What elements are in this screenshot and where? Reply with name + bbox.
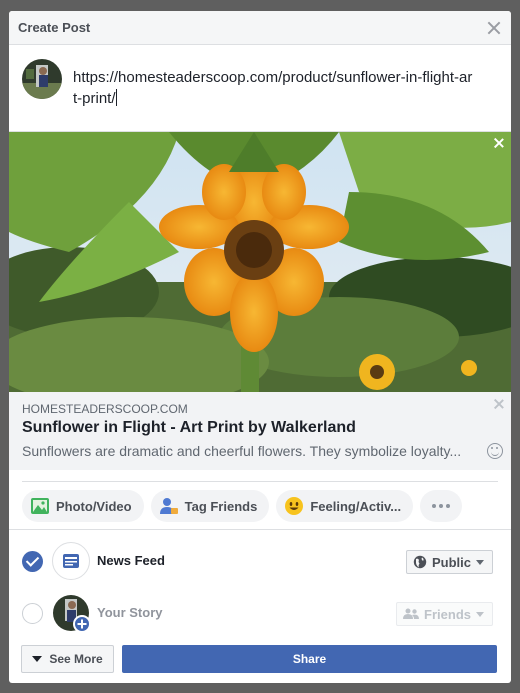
dialog-footer: See More Share xyxy=(21,645,497,673)
your-story-privacy-select[interactable]: Friends xyxy=(396,602,493,626)
composer-text-value: https://homesteaderscoop.com/product/sun… xyxy=(73,69,473,107)
your-story-checkbox[interactable] xyxy=(22,603,43,624)
tag-friends-button[interactable]: Tag Friends xyxy=(150,490,270,522)
destination-news-feed: News Feed Public xyxy=(9,541,511,581)
more-icon xyxy=(432,504,437,508)
your-story-label: Your Story xyxy=(97,605,163,620)
share-label: Share xyxy=(292,652,327,666)
feeling-activity-label: Feeling/Activ... xyxy=(310,498,402,514)
create-post-dialog: Create Post https://homesteaderscoop.com… xyxy=(9,11,511,683)
see-more-button[interactable]: See More xyxy=(21,645,114,673)
preview-meta: HOMESTEADERSCOOP.COM Sunflower in Flight… xyxy=(9,392,511,470)
share-button[interactable]: Share xyxy=(122,645,497,673)
composer[interactable]: https://homesteaderscoop.com/product/sun… xyxy=(9,45,511,131)
photo-video-label: Photo/Video xyxy=(56,498,132,514)
news-feed-checkbox[interactable] xyxy=(22,551,43,572)
photo-video-button[interactable]: Photo/Video xyxy=(22,490,144,522)
composer-actions: Photo/Video Tag Friends Feeling/Activ... xyxy=(22,490,463,522)
news-feed-privacy-value: Public xyxy=(431,554,471,570)
avatar xyxy=(22,59,62,99)
divider xyxy=(22,481,498,482)
more-options-button[interactable] xyxy=(420,490,463,522)
text-caret xyxy=(115,89,117,106)
preview-image xyxy=(9,132,511,392)
preview-domain: HOMESTEADERSCOOP.COM xyxy=(22,402,188,416)
news-feed-label: News Feed xyxy=(97,553,165,568)
tag-friends-icon xyxy=(159,498,178,514)
emoji-icon[interactable] xyxy=(487,443,503,459)
caret-down-icon xyxy=(32,656,43,662)
chevron-down-icon xyxy=(476,611,484,617)
preview-title: Sunflower in Flight - Art Print by Walke… xyxy=(22,419,356,436)
your-story-privacy-value: Friends xyxy=(424,606,471,622)
remove-preview-icon[interactable] xyxy=(494,399,504,409)
globe-icon xyxy=(413,555,427,569)
dialog-header: Create Post xyxy=(9,11,511,45)
news-feed-icon xyxy=(52,542,90,580)
see-more-label: See More xyxy=(49,652,103,666)
feeling-activity-button[interactable]: Feeling/Activ... xyxy=(276,490,414,522)
feeling-icon xyxy=(285,497,304,515)
dialog-title: Create Post xyxy=(18,20,91,35)
your-story-avatar xyxy=(52,594,91,633)
composer-text[interactable]: https://homesteaderscoop.com/product/sun… xyxy=(73,67,473,109)
chevron-down-icon xyxy=(476,559,484,565)
preview-description: Sunflowers are dramatic and cheerful flo… xyxy=(22,443,462,459)
news-feed-privacy-select[interactable]: Public xyxy=(405,550,493,574)
link-preview[interactable]: HOMESTEADERSCOOP.COM Sunflower in Flight… xyxy=(9,131,511,470)
friends-icon xyxy=(403,608,420,619)
photo-icon xyxy=(31,498,49,514)
close-icon[interactable] xyxy=(487,21,501,35)
tag-friends-label: Tag Friends xyxy=(184,498,258,514)
divider xyxy=(9,529,511,530)
remove-image-icon[interactable] xyxy=(494,138,504,148)
destination-your-story: Your Story Friends xyxy=(9,593,511,633)
